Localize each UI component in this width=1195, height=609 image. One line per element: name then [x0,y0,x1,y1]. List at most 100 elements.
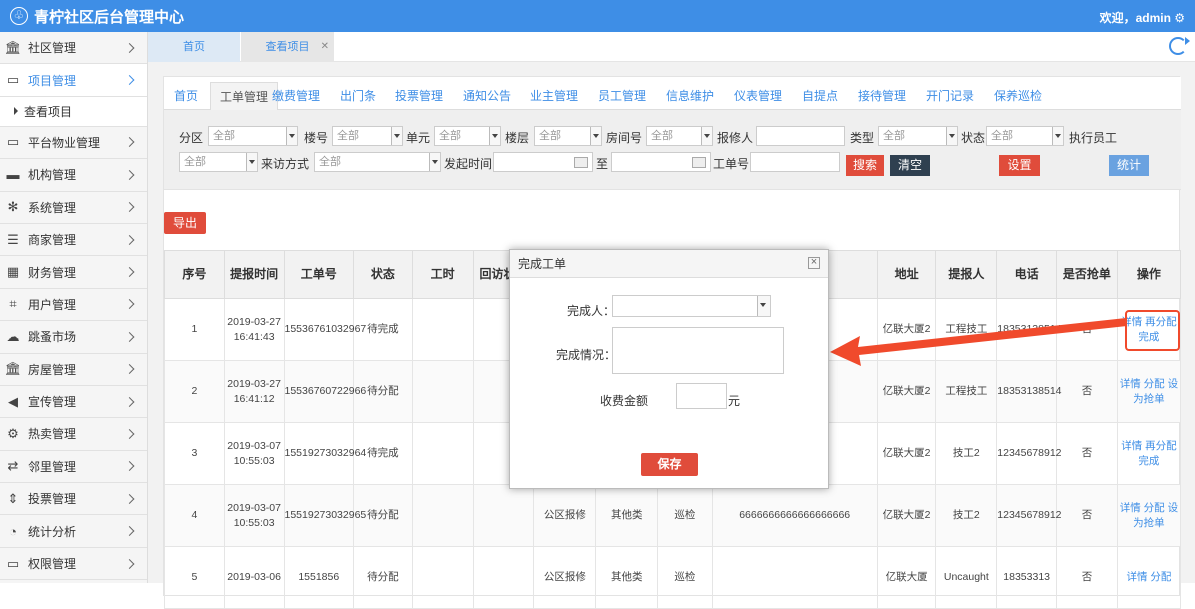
chevron-right-icon [124,364,135,375]
chevron-right-icon [124,202,135,213]
sidebar-item-13[interactable]: ⇕ 投票管理 [0,483,147,516]
filter-label-reporter: 报修人 [717,131,754,145]
column-header: 工时 [411,250,474,299]
action-link-2[interactable]: 再分配 [1145,440,1177,452]
status-select[interactable]: 全部 [986,126,1064,146]
module-tab-13[interactable]: 保养巡检 [994,82,1042,110]
filter-label-executor: 执行员工 [1069,131,1118,145]
room-select[interactable]: 全部 [646,126,713,146]
module-tab-11[interactable]: 接待管理 [858,82,906,110]
floor-select[interactable]: 全部 [534,126,602,146]
table-cell: 18353138514 [996,360,1062,423]
action-link-2[interactable]: 分配 [1150,571,1171,583]
user-menu[interactable]: 欢迎，admin ⚙ [1100,9,1185,26]
sidebar-item-14[interactable]: ◔ 统计分析 [0,515,147,548]
situation-textarea[interactable] [612,327,784,374]
sidebar-item-5[interactable]: ☰ 商家管理 [0,224,147,257]
module-tab-9[interactable]: 仪表管理 [734,82,782,110]
export-button[interactable]: 导出 [164,212,206,234]
sidebar-item-2[interactable]: ▭ 平台物业管理 [0,127,147,160]
unit-select[interactable]: 全部 [434,126,501,146]
action-link-3[interactable]: 完成 [1138,455,1159,467]
action-link-1[interactable]: 详情 [1121,440,1142,452]
actions-cell: 详情 分配 设为抢单 [1116,360,1182,423]
sidebar-item-8[interactable]: ☁ 跳蚤市场 [0,321,147,354]
module-tab-6[interactable]: 业主管理 [530,82,578,110]
sidebar-item-10[interactable]: ◀ 宣传管理 [0,386,147,419]
page-tab-view-project[interactable]: 查看项目 ✕ [241,32,334,62]
cloud-icon: ☁ [6,328,20,344]
start-date-input[interactable] [493,152,593,172]
executor-select[interactable]: 全部 [179,152,258,172]
action-link-1[interactable]: 详情 [1120,502,1141,514]
module-tab-7[interactable]: 员工管理 [598,82,646,110]
sidebar-item-3[interactable]: ▬ 机构管理 [0,159,147,192]
reporter-input[interactable] [756,126,845,146]
zone-select[interactable]: 全部 [208,126,298,146]
settings-button[interactable]: 设置 [999,155,1040,176]
table-cell: 2 [164,360,225,423]
module-tab-12[interactable]: 开门记录 [926,82,974,110]
visit-select[interactable]: 全部 [314,152,441,172]
module-tab-0[interactable]: 首页 [174,82,198,110]
table-cell: 技工2 [935,484,998,547]
table-cell: 亿联大厦2 [876,360,937,423]
end-date-input[interactable] [611,152,711,172]
search-button[interactable]: 搜索 [846,155,884,176]
table-cell: 工程技工 [935,360,998,423]
building-select[interactable]: 全部 [332,126,403,146]
sort-icon: ⇕ [7,490,19,506]
chevron-right-icon [124,42,135,53]
table-cell: 亿联大厦2 [876,484,937,547]
type-select[interactable]: 全部 [878,126,958,146]
table-cell: 2019-03-27 16:41:43 [223,298,285,361]
sidebar-item-15[interactable]: ▭ 权限管理 [0,548,147,581]
sidebar-item-11[interactable]: ⚙ 热卖管理 [0,418,147,451]
sidebar-item-label: 宣传管理 [28,395,77,410]
module-tab-2[interactable]: 缴费管理 [272,82,320,110]
chevron-right-icon [124,267,135,277]
refresh-icon[interactable] [1169,37,1190,55]
sidebar-item-label: 社区管理 [28,41,77,56]
sidebar-item-label: 平台物业管理 [28,135,101,150]
module-tab-3[interactable]: 出门条 [340,82,376,110]
module-tab-5[interactable]: 通知公告 [463,82,511,110]
calendar-icon[interactable] [574,157,588,168]
calendar-icon[interactable] [692,157,706,168]
module-tab-10[interactable]: 自提点 [802,82,838,110]
sidebar-subitem-view-project[interactable]: 查看项目 [0,96,147,127]
fee-input[interactable] [676,383,727,409]
clear-button[interactable]: 清空 [890,155,930,176]
sidebar-item-4[interactable]: ✻ 系统管理 [0,192,147,224]
action-link-1[interactable]: 详情 [1120,378,1141,390]
module-tab-8[interactable]: 信息维护 [666,82,714,110]
chevron-right-icon [124,299,135,310]
module-tab-1[interactable]: 工单管理 [210,82,279,111]
sidebar-item-label: 权限管理 [28,557,77,572]
orderno-input[interactable] [750,152,840,172]
crop-icon: ⌗ [9,296,17,312]
sidebar-item-12[interactable]: ⇄ 邻里管理 [0,451,147,484]
sidebar-item-6[interactable]: ▦ 财务管理 [0,256,147,289]
save-button[interactable]: 保存 [641,453,698,476]
table-cell: 巡检 [657,484,713,547]
page-tab-home[interactable]: 首页 [148,32,240,62]
sidebar-item-0[interactable]: 🏛 社区管理 [0,32,147,65]
module-tab-4[interactable]: 投票管理 [395,82,443,110]
stats-button[interactable]: 统计 [1109,155,1149,176]
table-cell: 2019-03-06 [223,546,285,609]
sidebar-item-label: 财务管理 [28,265,77,280]
sidebar-item-1[interactable]: ▭ 项目管理 [0,64,147,97]
sidebar-item-label: 商家管理 [28,233,77,248]
action-link-2[interactable]: 分配 [1144,502,1165,514]
finisher-select[interactable] [612,295,771,317]
table-cell: 2019-03-07 10:55:03 [223,484,285,547]
table-cell: 18353313 [996,546,1058,609]
table-cell: 其他类 [595,546,659,609]
close-icon[interactable]: ✕ [321,32,329,62]
action-link-1[interactable]: 详情 [1126,571,1147,583]
sidebar-item-9[interactable]: 🏛 房屋管理 [0,354,147,386]
close-icon[interactable]: × [808,257,820,269]
action-link-2[interactable]: 分配 [1144,378,1165,390]
sidebar-item-7[interactable]: ⌗ 用户管理 [0,289,147,322]
